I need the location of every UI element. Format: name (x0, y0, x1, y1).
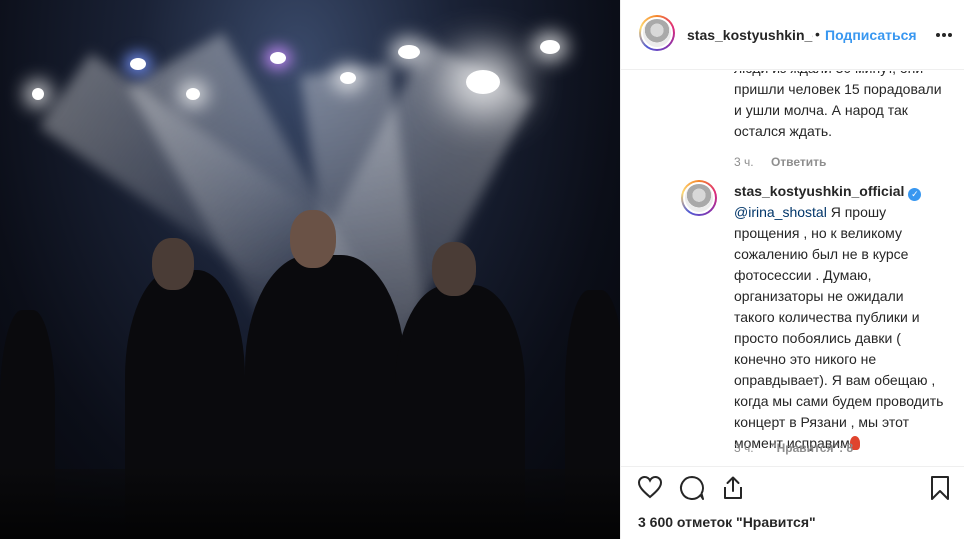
performer-head (152, 238, 194, 290)
stage-light (32, 88, 44, 100)
author-avatar[interactable] (639, 15, 675, 51)
commenter-username[interactable]: stas_kostyushkin_official (734, 183, 904, 199)
audience (0, 469, 620, 539)
separator-dot: • (815, 26, 820, 42)
performer-head (290, 210, 336, 268)
comments-list: люди из ждали 30 минут, они пришли челов… (621, 71, 964, 466)
verified-icon: ✓ (908, 188, 922, 201)
comment-icon[interactable] (679, 475, 705, 506)
stage-light (540, 40, 560, 54)
bookmark-icon[interactable] (929, 475, 951, 506)
follow-button[interactable]: Подписаться (825, 27, 917, 43)
comment-body: stas_kostyushkin_official ✓ @irina_shosta… (734, 181, 948, 454)
stage-light (270, 52, 286, 64)
likes-count[interactable]: 3 600 отметок "Нравится" (638, 514, 816, 530)
more-icon[interactable] (935, 22, 953, 43)
comment-likes[interactable]: "Нравится": 8 (771, 441, 853, 455)
reply-button[interactable]: Ответить (771, 155, 826, 169)
commenter-avatar[interactable] (681, 180, 717, 216)
stage-light (466, 70, 500, 94)
share-icon[interactable] (721, 475, 745, 506)
stage-light (186, 88, 200, 100)
comment-text: люди из ждали 30 минут, они пришли челов… (734, 71, 942, 139)
post-header: stas_kostyushkin_o • Подписаться (621, 0, 964, 70)
comment-time: 3 ч. (734, 155, 754, 169)
stage-light (130, 58, 146, 70)
action-bar (621, 466, 964, 506)
stage-light (340, 72, 356, 84)
post-side-panel: stas_kostyushkin_o • Подписаться люди из… (620, 0, 964, 539)
comment-meta: 3 ч. Ответить (734, 155, 826, 169)
comment-meta: 3 ч. "Нравится": 8 (734, 441, 853, 455)
comment-text: Я прошу прощения , но к великому сожален… (734, 204, 944, 451)
heart-icon[interactable] (637, 475, 663, 504)
stage-light (398, 45, 420, 59)
performer-head (432, 242, 476, 296)
post-photo[interactable] (0, 0, 620, 539)
comment-time: 3 ч. (734, 441, 754, 455)
author-username[interactable]: stas_kostyushkin_o (687, 27, 813, 43)
comment-mention[interactable]: @irina_shostal (734, 204, 827, 220)
